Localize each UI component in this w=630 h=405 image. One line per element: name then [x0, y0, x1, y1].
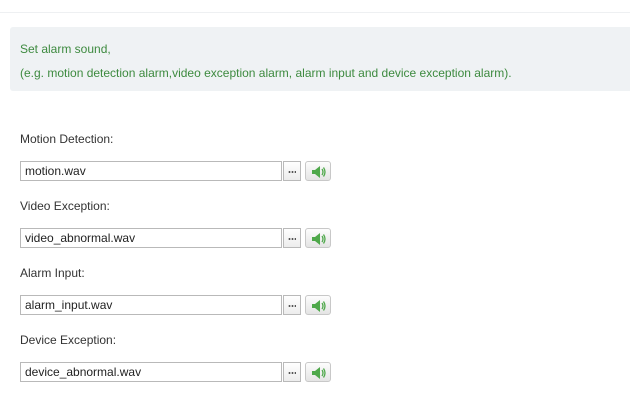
motion-detection-label: Motion Detection: [20, 132, 114, 146]
alarm-input-file-field[interactable]: alarm_input.wav [20, 295, 282, 315]
speaker-icon [312, 300, 326, 312]
device-exception-file-field[interactable]: device_abnormal.wav [20, 362, 282, 382]
motion-detection-browse-button[interactable] [283, 161, 301, 181]
ellipsis-icon [288, 171, 296, 173]
alarm-input-play-button[interactable] [305, 295, 331, 315]
info-box: Set alarm sound, (e.g. motion detection … [10, 27, 630, 91]
video-exception-play-button[interactable] [305, 228, 331, 248]
ellipsis-icon [288, 305, 296, 307]
motion-detection-file-field[interactable]: motion.wav [20, 161, 282, 181]
top-strip [0, 0, 630, 13]
alarm-input-label: Alarm Input: [20, 266, 85, 280]
ellipsis-icon [288, 238, 296, 240]
device-exception-browse-button[interactable] [283, 362, 301, 382]
alarm-sound-settings-page: Set alarm sound, (e.g. motion detection … [0, 0, 630, 405]
ellipsis-icon [288, 372, 296, 374]
info-line-1: Set alarm sound, [20, 42, 111, 56]
video-exception-browse-button[interactable] [283, 228, 301, 248]
speaker-icon [312, 233, 326, 245]
video-exception-label: Video Exception: [20, 199, 110, 213]
video-exception-file-field[interactable]: video_abnormal.wav [20, 228, 282, 248]
device-exception-label: Device Exception: [20, 333, 117, 347]
speaker-icon [312, 166, 326, 178]
device-exception-play-button[interactable] [305, 362, 331, 382]
alarm-input-browse-button[interactable] [283, 295, 301, 315]
motion-detection-play-button[interactable] [305, 161, 331, 181]
speaker-icon [312, 367, 326, 379]
info-line-2: (e.g. motion detection alarm,video excep… [20, 66, 512, 80]
